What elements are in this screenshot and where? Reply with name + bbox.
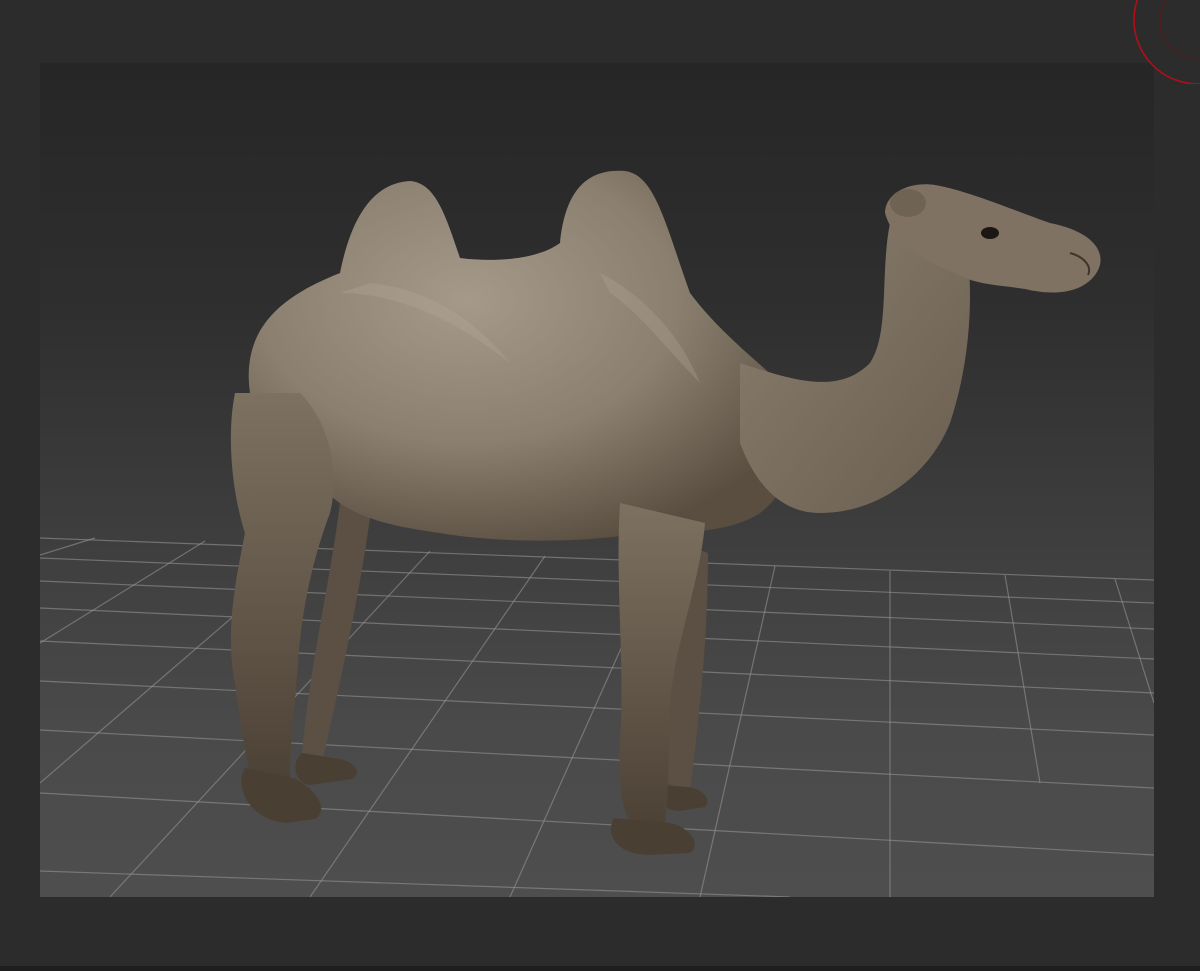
camel-eye — [981, 227, 999, 239]
3d-viewport[interactable] — [40, 63, 1154, 897]
view-gizmo-icon[interactable] — [1120, 0, 1200, 84]
camel-model[interactable] — [230, 170, 1101, 855]
ground-grid — [40, 537, 1154, 897]
viewport-scene — [40, 170, 1154, 897]
app-window — [0, 0, 1200, 971]
camel-ear — [890, 189, 926, 217]
status-bar — [0, 966, 1200, 971]
